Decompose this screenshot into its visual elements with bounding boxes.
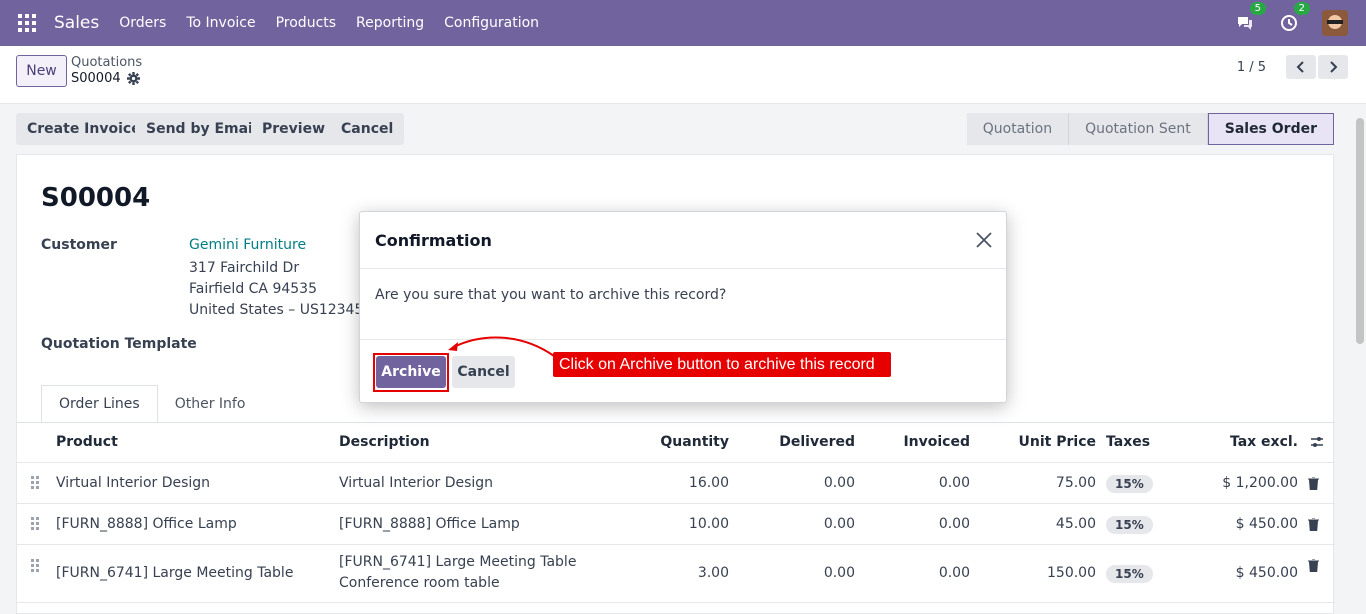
archive-button[interactable]: Archive bbox=[376, 356, 446, 388]
stage-pipeline: Quotation Quotation Sent Sales Order bbox=[966, 113, 1334, 145]
user-avatar[interactable] bbox=[1322, 10, 1348, 36]
address-line-3: United States – US12345677 bbox=[189, 302, 359, 318]
drag-handle-icon[interactable] bbox=[31, 476, 39, 489]
nav-item-reporting[interactable]: Reporting bbox=[356, 15, 424, 31]
send-by-email-button[interactable]: Send by Email bbox=[135, 113, 269, 145]
trash-icon[interactable] bbox=[1308, 477, 1319, 490]
quotation-template-label: Quotation Template bbox=[41, 336, 197, 352]
col-header-taxes[interactable]: Taxes bbox=[1106, 434, 1150, 450]
trash-icon[interactable] bbox=[1308, 518, 1319, 531]
col-header-delivered[interactable]: Delivered bbox=[779, 434, 855, 450]
drag-handle-icon[interactable] bbox=[31, 517, 39, 530]
clock-icon bbox=[1281, 15, 1297, 31]
row-unit-price[interactable]: 45.00 bbox=[1056, 516, 1096, 532]
row-quantity[interactable]: 16.00 bbox=[689, 475, 729, 491]
messages-button[interactable]: 5 bbox=[1234, 2, 1266, 34]
messages-count-badge: 5 bbox=[1249, 2, 1266, 15]
chat-icon bbox=[1238, 17, 1252, 30]
stage-sales-order[interactable]: Sales Order bbox=[1207, 113, 1334, 145]
table-header-row: Product Description Quantity Delivered I… bbox=[17, 423, 1335, 463]
page-scrollbar[interactable] bbox=[1356, 118, 1364, 344]
cancel-order-button[interactable]: Cancel bbox=[330, 113, 405, 145]
row-delivered[interactable]: 0.00 bbox=[824, 475, 855, 491]
col-header-product[interactable]: Product bbox=[56, 434, 118, 450]
row-tax-badge[interactable]: 15% bbox=[1106, 516, 1153, 534]
top-navbar: Sales Orders To Invoice Products Reporti… bbox=[0, 0, 1366, 46]
row-subtotal: $ 1,200.00 bbox=[1222, 475, 1298, 491]
pager-next-button[interactable] bbox=[1318, 55, 1348, 79]
row-description[interactable]: [FURN_8888] Office Lamp bbox=[339, 516, 520, 532]
nav-item-orders[interactable]: Orders bbox=[119, 15, 166, 31]
chevron-left-icon bbox=[1296, 61, 1304, 73]
new-button[interactable]: New bbox=[16, 55, 67, 87]
preview-button[interactable]: Preview bbox=[251, 113, 337, 145]
breadcrumb-current: S00004 bbox=[71, 71, 140, 86]
row-invoiced: 0.00 bbox=[938, 565, 970, 581]
col-header-quantity[interactable]: Quantity bbox=[660, 434, 729, 450]
annotation-arrow-icon bbox=[448, 336, 555, 357]
table-row[interactable]: [FURN_6741] Large Meeting Table [FURN_67… bbox=[17, 545, 1335, 603]
breadcrumb-current-label: S00004 bbox=[71, 71, 121, 86]
address-line-1: 317 Fairchild Dr bbox=[189, 260, 300, 276]
row-unit-price[interactable]: 75.00 bbox=[1056, 475, 1096, 491]
breadcrumb-parent[interactable]: Quotations bbox=[71, 55, 142, 70]
control-panel: New Quotations S00004 1 / 5 bbox=[0, 46, 1366, 104]
row-description-line-2[interactable]: Conference room table bbox=[339, 575, 500, 591]
row-product[interactable]: [FURN_8888] Office Lamp bbox=[56, 516, 237, 532]
row-quantity[interactable]: 3.00 bbox=[698, 565, 729, 581]
row-delivered[interactable]: 0.00 bbox=[824, 516, 855, 532]
stage-quotation-sent[interactable]: Quotation Sent bbox=[1069, 113, 1208, 145]
optional-columns-icon[interactable] bbox=[1310, 435, 1324, 449]
table-row[interactable]: Virtual Interior Design Virtual Interior… bbox=[17, 463, 1335, 504]
gear-icon[interactable] bbox=[126, 72, 140, 85]
record-title: S00004 bbox=[41, 183, 151, 213]
chevron-right-icon bbox=[1330, 61, 1338, 73]
customer-label: Customer bbox=[41, 237, 117, 253]
col-header-invoiced[interactable]: Invoiced bbox=[903, 434, 970, 450]
col-header-tax-excl[interactable]: Tax excl. bbox=[1230, 434, 1298, 450]
pager-previous-button[interactable] bbox=[1286, 55, 1316, 79]
row-product[interactable]: Virtual Interior Design bbox=[56, 475, 210, 491]
customer-link[interactable]: Gemini Furniture bbox=[189, 237, 306, 253]
dialog-title: Confirmation bbox=[375, 231, 492, 250]
trash-icon[interactable] bbox=[1308, 559, 1319, 572]
row-tax-badge[interactable]: 15% bbox=[1106, 475, 1153, 493]
pager-value[interactable]: 1 / 5 bbox=[1237, 60, 1266, 75]
col-header-unit-price[interactable]: Unit Price bbox=[1019, 434, 1096, 450]
activities-count-badge: 2 bbox=[1293, 2, 1310, 15]
row-subtotal: $ 450.00 bbox=[1235, 516, 1298, 532]
close-icon[interactable] bbox=[974, 230, 994, 250]
create-invoice-button[interactable]: Create Invoice bbox=[16, 113, 152, 145]
activities-button[interactable]: 2 bbox=[1278, 2, 1310, 34]
app-brand[interactable]: Sales bbox=[54, 13, 99, 33]
row-subtotal: $ 450.00 bbox=[1235, 565, 1298, 581]
row-quantity[interactable]: 10.00 bbox=[689, 516, 729, 532]
instruction-callout: Click on Archive button to archive this … bbox=[553, 352, 891, 377]
row-invoiced: 0.00 bbox=[938, 516, 970, 532]
row-delivered[interactable]: 0.00 bbox=[824, 565, 855, 581]
tab-other-info[interactable]: Other Info bbox=[158, 385, 263, 423]
dialog-header: Confirmation bbox=[360, 212, 1006, 269]
row-unit-price[interactable]: 150.00 bbox=[1047, 565, 1096, 581]
nav-item-configuration[interactable]: Configuration bbox=[444, 15, 539, 31]
stage-quotation[interactable]: Quotation bbox=[966, 113, 1070, 145]
form-tabs: Order Lines Other Info bbox=[41, 385, 262, 423]
row-product[interactable]: [FURN_6741] Large Meeting Table bbox=[56, 565, 293, 581]
nav-item-products[interactable]: Products bbox=[276, 15, 336, 31]
drag-handle-icon[interactable] bbox=[31, 559, 39, 572]
dialog-message: Are you sure that you want to archive th… bbox=[375, 287, 727, 303]
row-description[interactable]: [FURN_6741] Large Meeting Table bbox=[339, 554, 576, 570]
apps-grid-icon[interactable] bbox=[18, 14, 36, 32]
tab-order-lines[interactable]: Order Lines bbox=[41, 385, 158, 423]
row-description[interactable]: Virtual Interior Design bbox=[339, 475, 493, 491]
table-row[interactable]: [FURN_8888] Office Lamp [FURN_8888] Offi… bbox=[17, 504, 1335, 545]
row-invoiced: 0.00 bbox=[938, 475, 970, 491]
nav-item-to-invoice[interactable]: To Invoice bbox=[186, 15, 255, 31]
address-line-2: Fairfield CA 94535 bbox=[189, 281, 317, 297]
form-statusbar: Create Invoice Send by Email Preview Can… bbox=[0, 104, 1366, 154]
row-tax-badge[interactable]: 15% bbox=[1106, 565, 1153, 583]
col-header-description[interactable]: Description bbox=[339, 434, 430, 450]
